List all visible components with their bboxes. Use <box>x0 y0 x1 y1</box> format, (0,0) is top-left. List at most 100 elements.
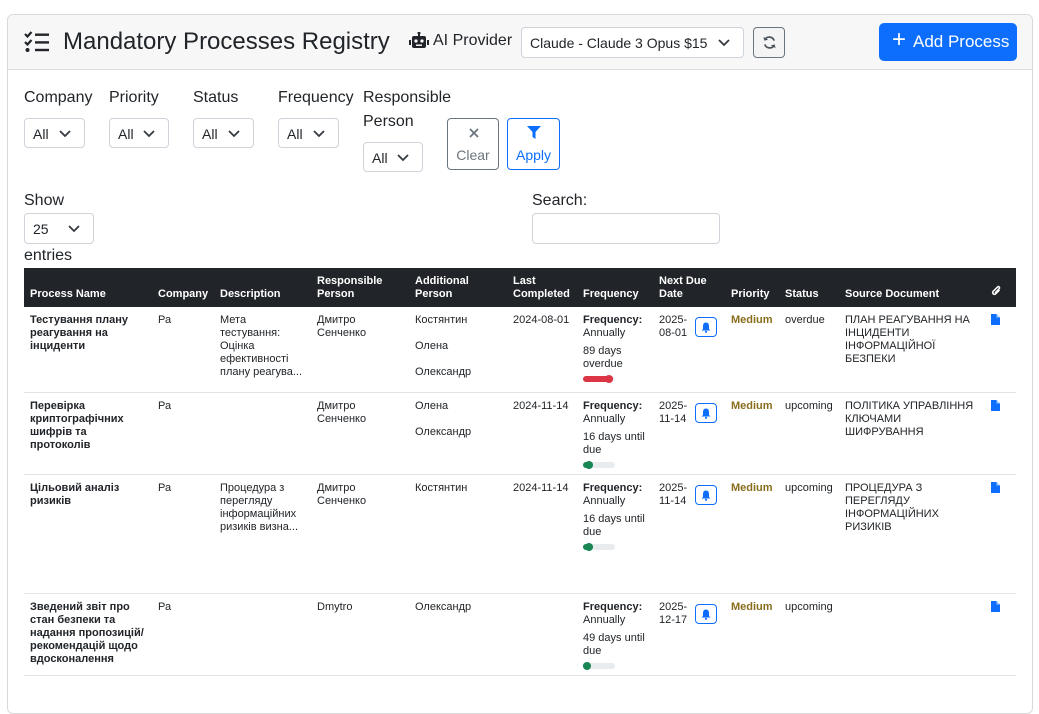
source-document-cell[interactable]: ПОЛІТИКА УПРАВЛІННЯ КЛЮЧАМИ ШИФРУВАННЯ <box>839 392 985 475</box>
reminder-button[interactable] <box>695 604 717 624</box>
apply-filters-button[interactable]: Apply <box>507 118 560 170</box>
col-attachments[interactable] <box>985 268 1016 307</box>
processes-table: Process Name Company Description Respons… <box>24 268 1016 676</box>
page-size-select[interactable]: 25 <box>24 213 94 244</box>
responsible-cell: Дмитро Сенченко <box>311 392 409 475</box>
additional-cell: Костянтин <box>409 474 507 594</box>
last-completed-cell: 2024-11-14 <box>507 392 577 475</box>
priority-badge: Medium <box>725 593 779 676</box>
due-progress-bar <box>583 662 615 670</box>
frequency-cell: Frequency: Annually 49 days until due <box>577 593 653 676</box>
status-filter-value: All <box>202 126 218 142</box>
paperclip-icon <box>991 285 1001 296</box>
company-filter-select[interactable]: All <box>24 118 85 148</box>
search-input[interactable] <box>532 213 720 244</box>
due-progress-bar <box>583 375 615 383</box>
attachment-cell[interactable] <box>985 474 1016 594</box>
table-header-row: Process Name Company Description Respons… <box>24 268 1016 307</box>
bell-icon <box>701 490 711 501</box>
table-row[interactable]: Цільовий аналіз ризиків Ра Процедура з пер… <box>24 474 1016 594</box>
col-additional[interactable]: Additional Person <box>409 268 507 307</box>
col-responsible[interactable]: Responsible Person <box>311 268 409 307</box>
frequency-cell: Frequency: Annually 16 days until due <box>577 392 653 475</box>
search-label: Search: <box>532 192 588 209</box>
attachment-cell[interactable] <box>985 392 1016 475</box>
chevron-down-icon <box>59 130 71 138</box>
reminder-button[interactable] <box>695 317 717 337</box>
priority-badge: Medium <box>725 474 779 594</box>
attachment-cell[interactable] <box>985 593 1016 676</box>
chevron-down-icon <box>397 154 409 162</box>
frequency-cell: Frequency: Annually 16 days until due <box>577 474 653 594</box>
file-icon[interactable] <box>991 601 1000 612</box>
chevron-down-icon <box>68 225 80 233</box>
col-next-due[interactable]: Next Due Date <box>653 268 725 307</box>
col-priority[interactable]: Priority <box>725 268 779 307</box>
process-name[interactable]: Тестування плану реагування на інциденти <box>24 307 152 393</box>
col-last-completed[interactable]: Last Completed <box>507 268 577 307</box>
priority-badge: Medium <box>725 307 779 393</box>
description-cell: Мета тестування: Оцінка ефективності пла… <box>214 307 311 393</box>
col-source-document[interactable]: Source Document <box>839 268 985 307</box>
refresh-button[interactable] <box>753 27 785 58</box>
entries-label: entries <box>24 247 73 264</box>
frequency-label: Frequency: <box>583 314 643 326</box>
table-row[interactable]: Перевірка криптографічних шифрів та прот… <box>24 392 1016 475</box>
reminder-button[interactable] <box>695 485 717 505</box>
status-cell: upcoming <box>779 474 839 594</box>
status-cell: upcoming <box>779 392 839 475</box>
chevron-down-icon <box>313 130 325 138</box>
frequency-label: Frequency: <box>583 482 643 494</box>
additional-person: Олександр <box>415 601 472 613</box>
bell-icon <box>701 322 711 333</box>
additional-person: Костянтин <box>415 314 468 326</box>
responsible-filter-select[interactable]: All <box>363 142 423 172</box>
next-due-cell: 2025-08-01 <box>653 307 725 393</box>
add-process-button[interactable]: + Add Process <box>879 23 1017 61</box>
page-size-value: 25 <box>33 221 49 237</box>
status-cell: overdue <box>779 307 839 393</box>
add-process-label: Add Process <box>913 32 1010 51</box>
apply-label: Apply <box>515 147 552 163</box>
reminder-button[interactable] <box>695 403 717 423</box>
company-cell: Ра <box>152 392 214 475</box>
col-status[interactable]: Status <box>779 268 839 307</box>
frequency-value: Annually <box>583 327 626 339</box>
table-row[interactable]: Тестування плану реагування на інциденти… <box>24 307 1016 393</box>
additional-person: Олена <box>415 400 449 412</box>
last-completed-cell: 2024-08-01 <box>507 307 577 393</box>
process-name[interactable]: Цільовий аналіз ризиків <box>24 474 152 594</box>
attachment-cell[interactable] <box>985 307 1016 393</box>
file-icon[interactable] <box>991 314 1000 325</box>
additional-cell: Олена Олександр <box>409 392 507 475</box>
col-frequency[interactable]: Frequency <box>577 268 653 307</box>
chevron-down-icon <box>143 130 155 138</box>
next-due-date: 2025-08-01 <box>659 314 688 339</box>
responsible-filter-label: Responsible <box>363 89 452 106</box>
status-filter-select[interactable]: All <box>193 118 254 148</box>
next-due-date: 2025-12-17 <box>659 601 688 626</box>
frequency-filter-select[interactable]: All <box>278 118 339 148</box>
bell-icon <box>701 408 711 419</box>
table-row[interactable]: Зведений звіт про стан безпеки та наданн… <box>24 593 1016 676</box>
source-document-cell[interactable]: ПЛАН РЕАГУВАННЯ НА ІНЦИДЕНТИ ІНФОРМАЦІЙН… <box>839 307 985 393</box>
additional-person: Олена <box>415 340 449 352</box>
file-icon[interactable] <box>991 482 1000 493</box>
file-icon[interactable] <box>991 400 1000 411</box>
process-name[interactable]: Зведений звіт про стан безпеки та наданн… <box>24 593 152 676</box>
frequency-cell: Frequency: Annually 89 days overdue <box>577 307 653 393</box>
ai-provider-select[interactable]: Claude - Claude 3 Opus $15 <box>521 27 744 58</box>
col-process-name[interactable]: Process Name <box>24 268 152 307</box>
clear-filters-button[interactable]: Clear <box>447 118 499 170</box>
priority-filter-select[interactable]: All <box>109 118 169 148</box>
card-header: Mandatory Processes Registry AI Provider… <box>8 15 1032 70</box>
col-description[interactable]: Description <box>214 268 311 307</box>
col-company[interactable]: Company <box>152 268 214 307</box>
process-name[interactable]: Перевірка криптографічних шифрів та прот… <box>24 392 152 475</box>
source-document-cell[interactable] <box>839 593 985 676</box>
responsible-filter-label-line2: Person <box>363 113 414 130</box>
source-document-cell[interactable]: ПРОЦЕДУРА З ПЕРЕГЛЯДУ ІНФОРМАЦІЙНИХ РИЗИ… <box>839 474 985 594</box>
plus-icon: + <box>892 26 907 53</box>
due-note: 16 days until due <box>583 431 645 456</box>
bell-icon <box>701 609 711 620</box>
